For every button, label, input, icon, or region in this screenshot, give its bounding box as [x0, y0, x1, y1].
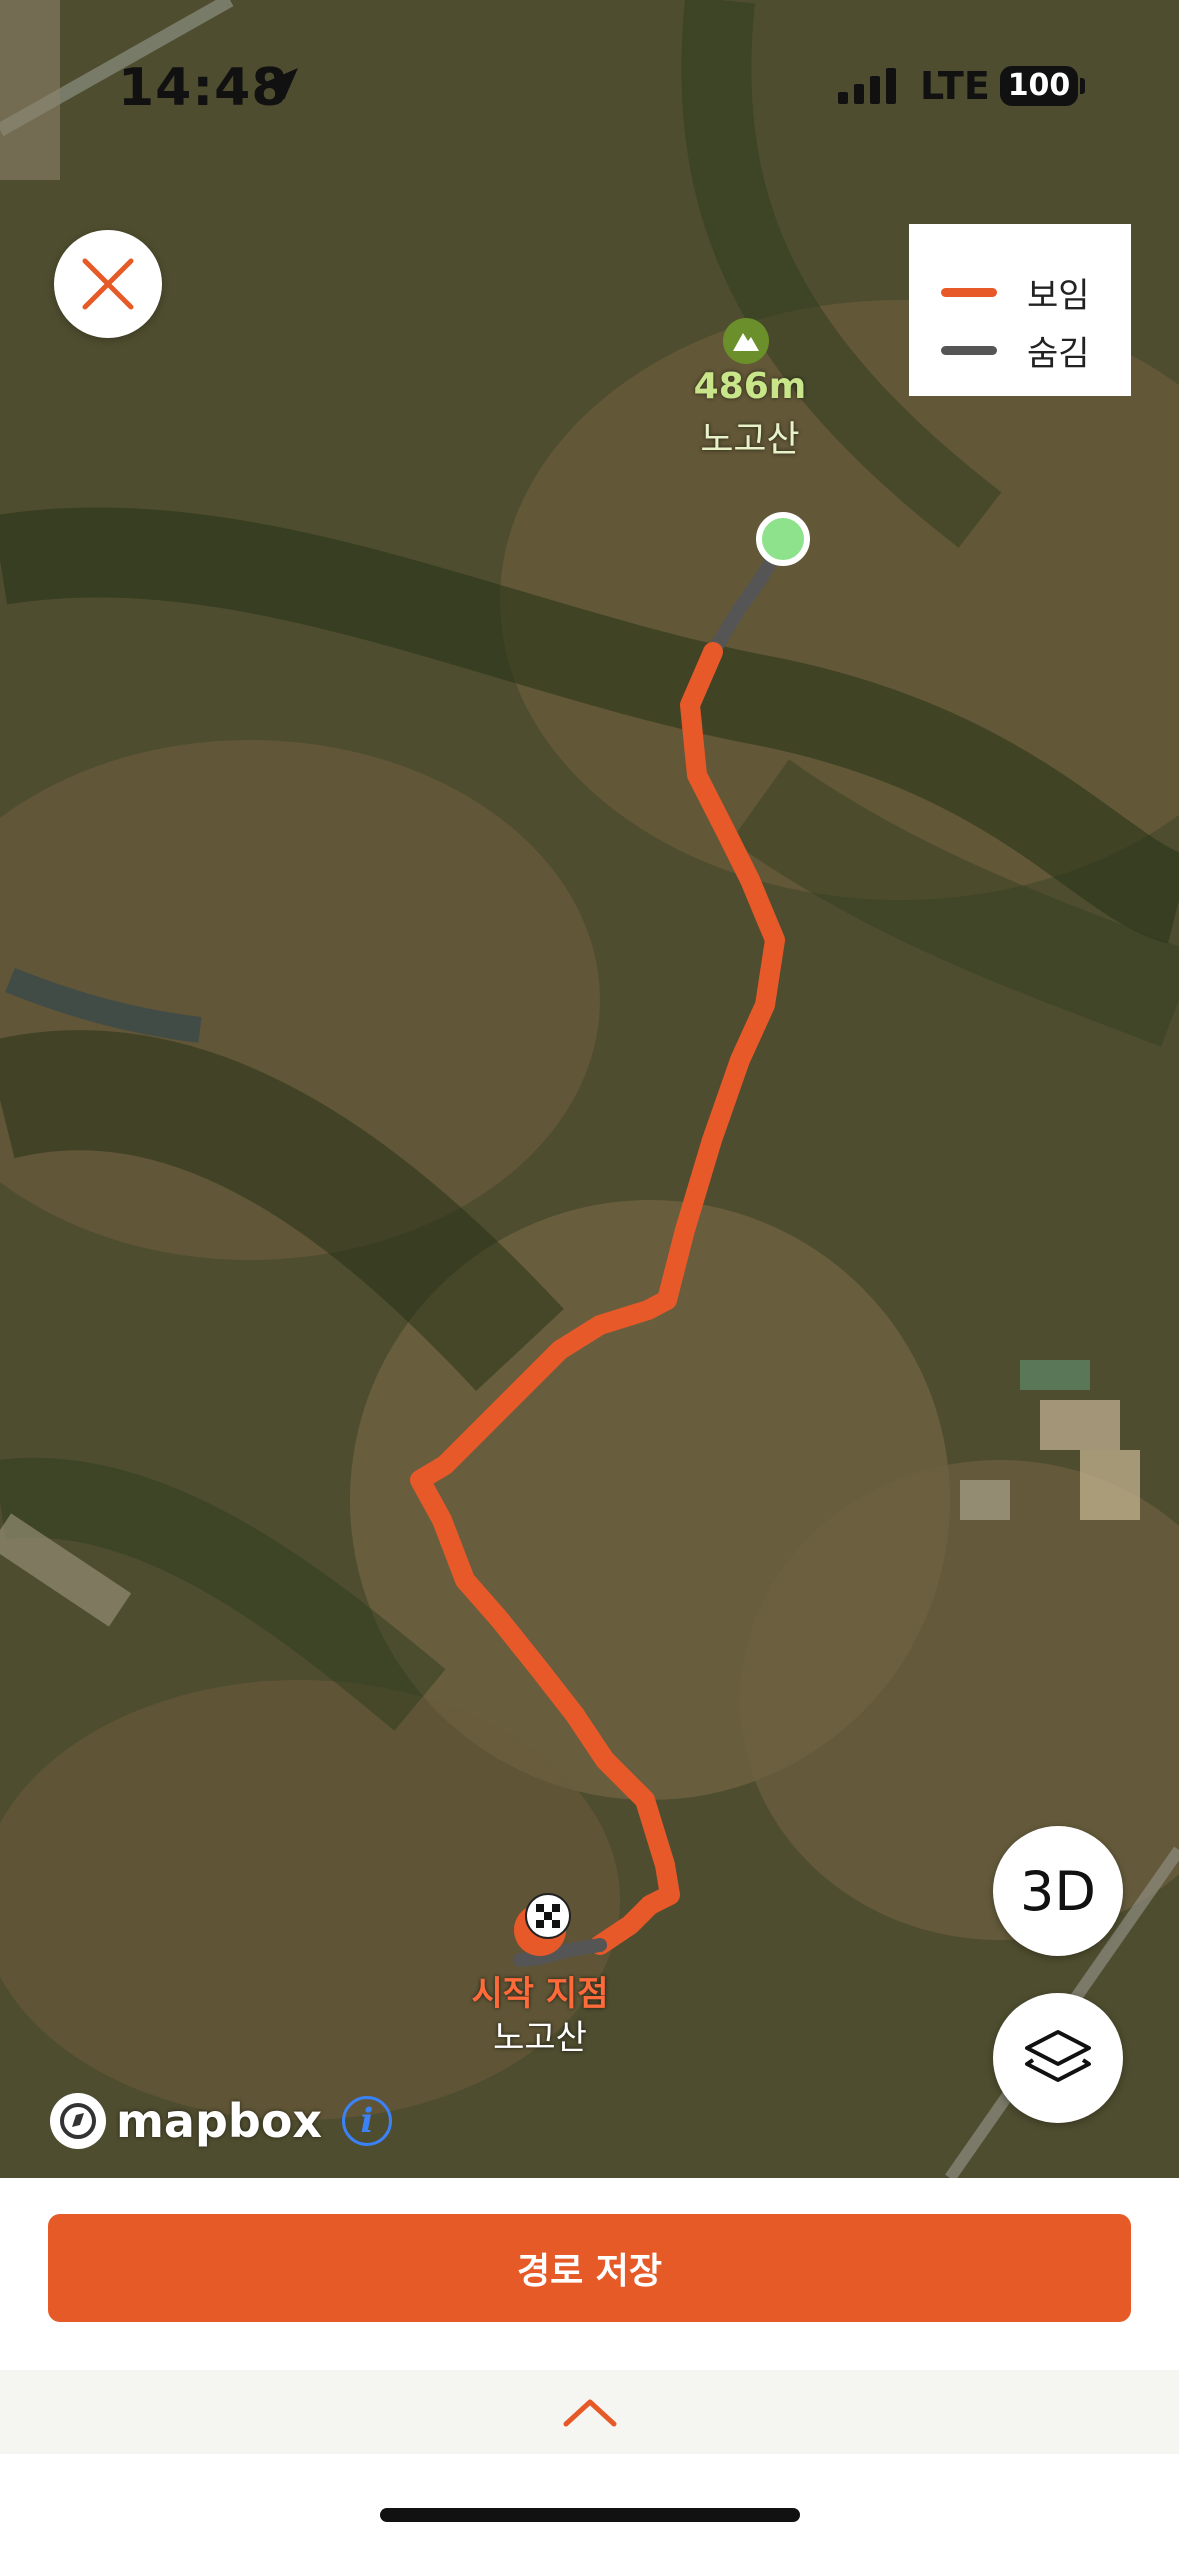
save-route-button[interactable]: 경로 저장 [48, 2214, 1131, 2322]
status-bar: 14:48 LTE 100 [0, 56, 1179, 118]
legend-swatch-visible [941, 288, 997, 297]
mapbox-icon [50, 2093, 106, 2149]
route-legend: 보임 숨김 [909, 224, 1131, 396]
layers-icon [1025, 2030, 1091, 2082]
legend-label-hidden: 숨김 [1027, 334, 1090, 374]
start-marker[interactable] [510, 1886, 590, 1970]
legend-swatch-hidden [941, 346, 997, 355]
legend-label-visible: 보임 [1027, 276, 1090, 316]
battery-nub [1080, 78, 1085, 94]
chevron-up-icon [563, 2399, 616, 2427]
mountain-icon[interactable] [723, 318, 769, 364]
close-button[interactable] [54, 230, 162, 338]
mapbox-logo: mapbox [50, 2093, 322, 2149]
start-sublabel: 노고산 [493, 2018, 587, 2058]
layers-button[interactable] [993, 1993, 1123, 2123]
legend-item-hidden: 숨김 [941, 326, 1090, 375]
mapbox-wordmark: mapbox [116, 2094, 323, 2148]
start-label: 시작 지점 [471, 1974, 609, 2014]
battery-icon: 100 [1000, 66, 1078, 106]
toggle-3d-button[interactable]: 3D [993, 1826, 1123, 1956]
route-end-marker[interactable] [756, 512, 810, 566]
save-area: 경로 저장 [0, 2178, 1179, 2370]
sheet-handle[interactable] [0, 2370, 1179, 2454]
home-indicator[interactable] [380, 2508, 800, 2522]
signal-icon [838, 68, 898, 108]
location-arrow-icon [262, 64, 302, 108]
peak-altitude: 486m [693, 366, 807, 407]
map-view[interactable]: 14:48 LTE 100 보임 숨김 486m 노고산 시작 지점 노고산 3… [0, 0, 1179, 2178]
legend-item-visible: 보임 [941, 268, 1090, 317]
info-button[interactable]: i [342, 2096, 392, 2146]
info-icon: i [360, 2101, 374, 2141]
peak-name: 노고산 [700, 419, 800, 460]
close-icon [82, 258, 134, 310]
network-type: LTE [920, 64, 990, 108]
